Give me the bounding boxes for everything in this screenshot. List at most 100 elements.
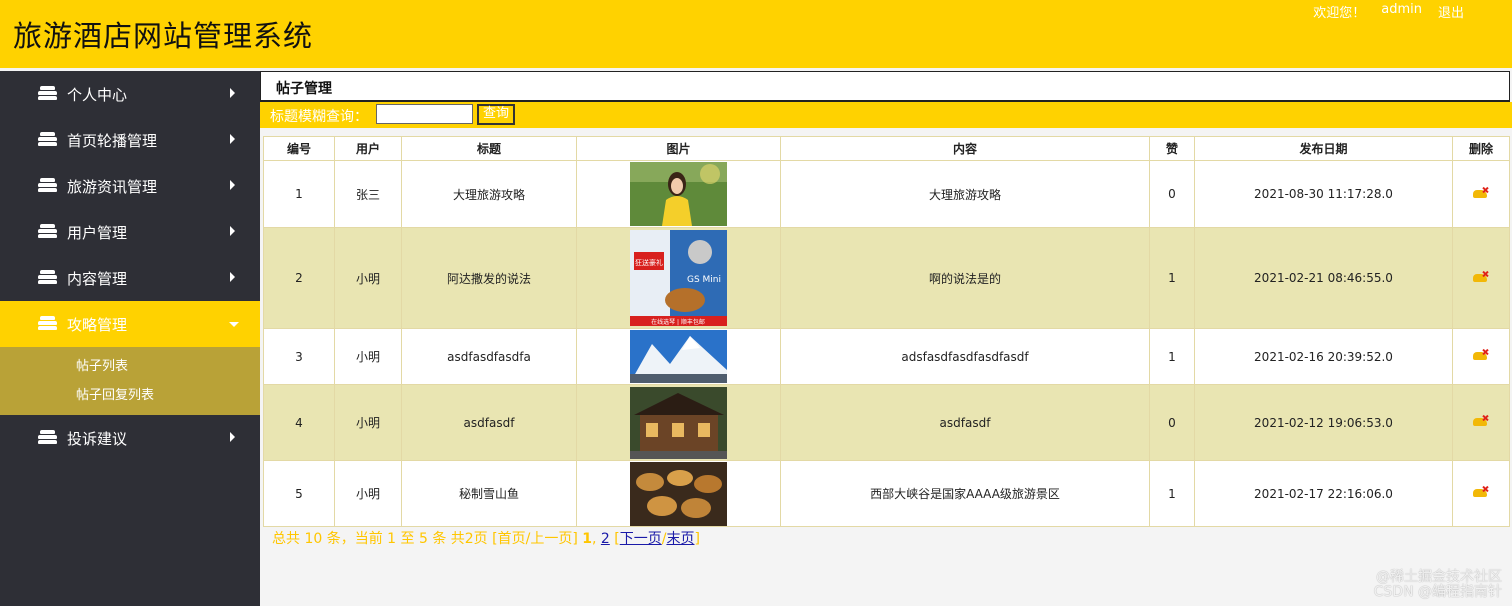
delete-icon[interactable] (1473, 186, 1489, 199)
search-bar: 标题模糊查询： 查询 (260, 102, 1512, 128)
cell-id: 2 (263, 227, 335, 329)
cell-date: 2021-08-30 11:17:28.0 (1194, 160, 1453, 228)
cell-likes: 0 (1149, 384, 1195, 461)
pagination-separator: , (591, 531, 597, 547)
guides-submenu: 帖子列表 帖子回复列表 (0, 347, 260, 415)
column-header-date: 发布日期 (1194, 136, 1453, 161)
pagination-first-prev: [首页/上一页] (492, 531, 578, 547)
admin-user-link[interactable]: admin (1381, 2, 1422, 21)
submenu-item-post-list[interactable]: 帖子列表 (0, 358, 260, 387)
cell-delete (1452, 227, 1510, 329)
cell-likes: 1 (1149, 460, 1195, 527)
search-label: 标题模糊查询： (270, 109, 368, 125)
cell-user: 小明 (334, 227, 402, 329)
sidebar-item-label: 旅游资讯管理 (67, 178, 158, 196)
cell-delete (1452, 460, 1510, 527)
sidebar-item-label: 首页轮播管理 (67, 132, 158, 150)
main-content: 帖子管理 标题模糊查询： 查询 编号 用户 标题 图片 内容 赞 发布日期 删除 (260, 71, 1512, 606)
cell-content: 啊的说法是的 (780, 227, 1150, 329)
page-title-bar: 帖子管理 (260, 71, 1510, 102)
chevron-right-icon (230, 180, 235, 190)
chevron-right-icon (230, 432, 235, 442)
chevron-right-icon (230, 226, 235, 236)
sidebar-item-label: 投诉建议 (67, 430, 128, 448)
layers-icon (38, 270, 57, 285)
delete-icon[interactable] (1473, 485, 1489, 498)
cell-content: adsfasdfasdfasdfasdf (780, 328, 1150, 385)
cell-content: 大理旅游攻略 (780, 160, 1150, 228)
cell-delete (1452, 328, 1510, 385)
cell-image (576, 328, 781, 385)
cell-content: asdfasdf (780, 384, 1150, 461)
sidebar-item-complaints[interactable]: 投诉建议 (0, 415, 260, 461)
pagination-last-link[interactable]: 末页 (666, 531, 694, 547)
column-header-user: 用户 (334, 136, 402, 161)
column-header-image: 图片 (576, 136, 781, 161)
cell-title: 大理旅游攻略 (401, 160, 577, 228)
sidebar-item-label: 内容管理 (67, 270, 128, 288)
cell-delete (1452, 384, 1510, 461)
watermark: @稀土掘金技术社区 CSDN @编程指南针 (1373, 569, 1502, 600)
cell-image (576, 384, 781, 461)
submenu-item-reply-list[interactable]: 帖子回复列表 (0, 387, 260, 416)
cell-title: asdfasdf (401, 384, 577, 461)
cell-likes: 1 (1149, 328, 1195, 385)
cell-user: 小明 (334, 460, 402, 527)
cell-title: 阿达撒发的说法 (401, 227, 577, 329)
cell-title: 秘制雪山鱼 (401, 460, 577, 527)
table-header-row: 编号 用户 标题 图片 内容 赞 发布日期 删除 (263, 136, 1510, 161)
post-image-wooden-house (630, 386, 727, 459)
cell-date: 2021-02-21 08:46:55.0 (1194, 227, 1453, 329)
sidebar-item-carousel[interactable]: 首页轮播管理 (0, 117, 260, 163)
layers-icon (38, 178, 57, 193)
cell-image: 狂送豪礼 GS Mini 在线选琴 | 顺丰包邮 (576, 227, 781, 329)
sidebar-item-label: 用户管理 (67, 224, 128, 242)
ad-text-footer: 在线选琴 | 顺丰包邮 (651, 318, 705, 326)
cell-id: 4 (263, 384, 335, 461)
cell-date: 2021-02-12 19:06:53.0 (1194, 384, 1453, 461)
delete-icon[interactable] (1473, 270, 1489, 283)
layers-icon (38, 224, 57, 239)
cell-image (576, 160, 781, 228)
layers-icon (38, 316, 57, 331)
layers-icon (38, 86, 57, 101)
cell-delete (1452, 160, 1510, 228)
page-title: 帖子管理 (276, 81, 332, 97)
sidebar-item-users[interactable]: 用户管理 (0, 209, 260, 255)
sidebar-item-guides[interactable]: 攻略管理 (0, 301, 260, 347)
column-header-id: 编号 (263, 136, 335, 161)
sidebar-item-label: 攻略管理 (67, 316, 128, 334)
table-row: 5 小明 秘制雪山鱼 西部大峡谷是国家AAAA级旅游景区 1 2021-02-1… (263, 460, 1510, 527)
layers-icon (38, 430, 57, 445)
delete-icon[interactable] (1473, 414, 1489, 427)
table-row: 1 张三 大理旅游攻略 大理旅游攻略 0 2021-08-30 11:17:28… (263, 160, 1510, 228)
post-image-mountains (630, 330, 727, 383)
column-header-content: 内容 (780, 136, 1150, 161)
logout-link[interactable]: 退出 (1438, 2, 1464, 21)
table-row: 4 小明 asdfasdf asdfasdf 0 2021-02-12 19:0… (263, 384, 1510, 461)
pagination-page-2[interactable]: 2 (601, 531, 610, 547)
chevron-right-icon (230, 134, 235, 144)
post-image-fish-dish (630, 461, 727, 526)
post-image-guitar-ad: 狂送豪礼 GS Mini 在线选琴 | 顺丰包邮 (630, 230, 727, 326)
search-button[interactable]: 查询 (477, 104, 515, 125)
cell-likes: 0 (1149, 160, 1195, 228)
title-search-input[interactable] (376, 104, 473, 124)
sidebar-item-content[interactable]: 内容管理 (0, 255, 260, 301)
chevron-right-icon (230, 272, 235, 282)
cell-likes: 1 (1149, 227, 1195, 329)
sidebar-item-travel-news[interactable]: 旅游资讯管理 (0, 163, 260, 209)
table-row: 2 小明 阿达撒发的说法 狂送豪礼 GS Mini 在线选琴 | 顺丰包邮 啊的… (263, 227, 1510, 329)
pagination-next-link[interactable]: 下一页 (620, 531, 662, 547)
cell-id: 3 (263, 328, 335, 385)
column-header-delete: 删除 (1452, 136, 1510, 161)
table-row: 3 小明 asdfasdfasdfa adsfasdfasdfasdfasdf … (263, 328, 1510, 385)
layers-icon (38, 132, 57, 147)
pagination-summary: 总共 10 条，当前 1 至 5 条 共2页 (272, 531, 488, 547)
cell-title: asdfasdfasdfa (401, 328, 577, 385)
app-title: 旅游酒店网站管理系统 (13, 19, 314, 53)
ad-text-model: GS Mini (687, 275, 721, 285)
delete-icon[interactable] (1473, 348, 1489, 361)
sidebar-item-personal-center[interactable]: 个人中心 (0, 71, 260, 117)
cell-id: 5 (263, 460, 335, 527)
